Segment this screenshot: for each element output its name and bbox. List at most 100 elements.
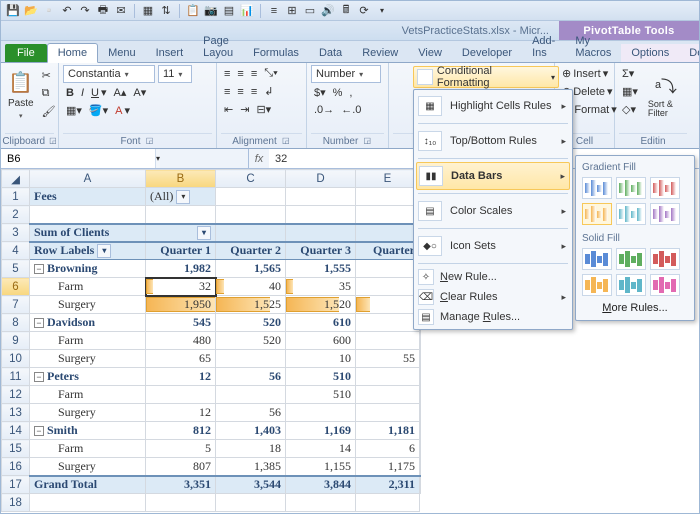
databar-gradient-green[interactable] <box>616 177 646 199</box>
databar-solid-orange[interactable] <box>582 274 612 296</box>
italic-button[interactable]: I <box>78 84 87 101</box>
align-left-button[interactable]: ≡ <box>221 83 233 100</box>
cell[interactable]: 1,155 <box>286 458 356 476</box>
cell[interactable]: 6 <box>356 440 420 458</box>
cell[interactable]: 610 <box>286 314 356 332</box>
cell[interactable]: 545 <box>146 314 216 332</box>
save-icon[interactable]: 💾 <box>5 3 21 19</box>
cell[interactable] <box>356 296 420 314</box>
decrease-indent-button[interactable]: ⇤ <box>221 101 236 118</box>
cell[interactable]: 12 <box>146 368 216 386</box>
row-14-header[interactable]: 14 <box>2 422 30 440</box>
cell[interactable]: 520 <box>216 314 286 332</box>
databar-gradient-purple[interactable] <box>650 203 680 225</box>
col-A-header[interactable]: A <box>30 170 146 188</box>
cell[interactable]: 1,565 <box>216 260 286 278</box>
increase-indent-button[interactable]: ⇥ <box>237 101 252 118</box>
cell[interactable]: 1,950 <box>146 296 216 314</box>
col-C-header[interactable]: C <box>216 170 286 188</box>
collapse-icon[interactable]: − <box>34 426 44 436</box>
row-9-header[interactable]: 9 <box>2 332 30 350</box>
tab-review[interactable]: Review <box>352 44 408 62</box>
cell[interactable]: 510 <box>420 386 421 404</box>
select-all-corner[interactable]: ◢ <box>2 170 30 188</box>
cell[interactable] <box>286 404 356 422</box>
fill-color-button[interactable]: 🪣▾ <box>86 102 111 119</box>
sort-filter-button[interactable]: ᵃ⤵ Sort & Filter <box>645 65 687 125</box>
databar-gradient-red[interactable] <box>650 177 680 199</box>
cell[interactable]: 1,555 <box>286 260 356 278</box>
launcher-icon[interactable]: ◲ <box>281 136 291 146</box>
orientation-button[interactable]: ⤡▾ <box>261 65 280 82</box>
cell[interactable]: 1,181 <box>356 422 420 440</box>
menu-highlight-cells-rules[interactable]: ▦Highlight Cells Rules▸ <box>416 92 570 120</box>
cell[interactable]: 35 <box>286 278 356 296</box>
col-E-header[interactable]: E <box>356 170 420 188</box>
launcher-icon[interactable]: ◲ <box>145 136 155 146</box>
comma-button[interactable]: , <box>346 84 355 101</box>
cut-button[interactable]: ✂ <box>39 67 59 84</box>
databar-solid-green[interactable] <box>616 248 646 270</box>
cell[interactable] <box>356 386 420 404</box>
cell[interactable]: 14 <box>286 440 356 458</box>
row-10-header[interactable]: 10 <box>2 350 30 368</box>
cell[interactable]: 130 <box>420 350 421 368</box>
insert-button[interactable]: ⊕ Insert ▾ <box>559 65 611 82</box>
sort-icon[interactable]: ⇅ <box>158 3 174 19</box>
paste-icon[interactable]: 📋 <box>185 3 201 19</box>
tab-file[interactable]: File <box>5 44 47 62</box>
collapse-icon[interactable]: − <box>34 318 44 328</box>
item-label[interactable]: Farm <box>30 278 146 296</box>
cell[interactable]: 1,525 <box>216 296 286 314</box>
menu-icon-sets[interactable]: ◆○Icon Sets▸ <box>416 232 570 260</box>
cell[interactable]: 40 <box>216 278 286 296</box>
align-icon[interactable]: ≡ <box>266 3 282 19</box>
col-B-header[interactable]: B <box>146 170 216 188</box>
cell[interactable]: 56 <box>216 368 286 386</box>
align-center-button[interactable]: ≡ <box>234 83 246 100</box>
merge-button[interactable]: ⊟▾ <box>253 101 274 118</box>
row-6-header[interactable]: 6 <box>2 278 30 296</box>
row-12-header[interactable]: 12 <box>2 386 30 404</box>
tab-data[interactable]: Data <box>309 44 352 62</box>
row-labels-header[interactable]: Row Labels▾ <box>30 242 146 260</box>
row-3-header[interactable]: 3 <box>2 224 30 242</box>
menu-clear-rules[interactable]: ⌫Clear Rules▸ <box>416 287 570 307</box>
align-middle-button[interactable]: ≡ <box>234 65 246 82</box>
tab-view[interactable]: View <box>408 44 452 62</box>
qat-customize-icon[interactable]: ▾ <box>374 3 390 19</box>
row-13-header[interactable]: 13 <box>2 404 30 422</box>
cell[interactable]: 43 <box>420 440 421 458</box>
bold-button[interactable]: B <box>63 84 77 101</box>
format-painter-button[interactable]: 🖌 <box>39 103 59 120</box>
row-17-header[interactable]: 17 <box>2 476 30 494</box>
cell[interactable]: 1,385 <box>216 458 286 476</box>
autosum-button[interactable]: Σ▾ <box>619 65 641 82</box>
tab-options[interactable]: Options <box>621 44 679 62</box>
cell[interactable] <box>216 350 286 368</box>
menu-top-bottom-rules[interactable]: ↕₁₀Top/Bottom Rules▸ <box>416 127 570 155</box>
cell[interactable]: 807 <box>146 458 216 476</box>
fx-icon[interactable]: fx <box>249 149 269 168</box>
cell[interactable] <box>356 278 420 296</box>
borders-button[interactable]: ▦▾ <box>63 102 85 119</box>
launcher-icon[interactable]: ◲ <box>362 136 372 146</box>
row-15-header[interactable]: 15 <box>2 440 30 458</box>
align-right-button[interactable]: ≡ <box>248 83 260 100</box>
tab-formulas[interactable]: Formulas <box>243 44 309 62</box>
col-D-header[interactable]: D <box>286 170 356 188</box>
cell[interactable] <box>356 404 420 422</box>
increase-decimal-button[interactable]: .0→ <box>311 102 337 118</box>
tab-page-layout[interactable]: Page Layou <box>193 32 243 62</box>
cell[interactable]: 812 <box>146 422 216 440</box>
cell[interactable] <box>146 386 216 404</box>
data-bars-more-rules[interactable]: More Rules... <box>582 302 688 314</box>
fill-button[interactable]: ▦▾ <box>619 83 641 100</box>
align-top-button[interactable]: ≡ <box>221 65 233 82</box>
cell[interactable]: 12 <box>146 404 216 422</box>
page-filter[interactable]: (All)▾ <box>146 188 216 206</box>
row-5-header[interactable]: 5 <box>2 260 30 278</box>
row-7-header[interactable]: 7 <box>2 296 30 314</box>
percent-button[interactable]: % <box>330 84 346 101</box>
conditional-formatting-button[interactable]: Conditional Formatting ▾ <box>413 66 559 88</box>
